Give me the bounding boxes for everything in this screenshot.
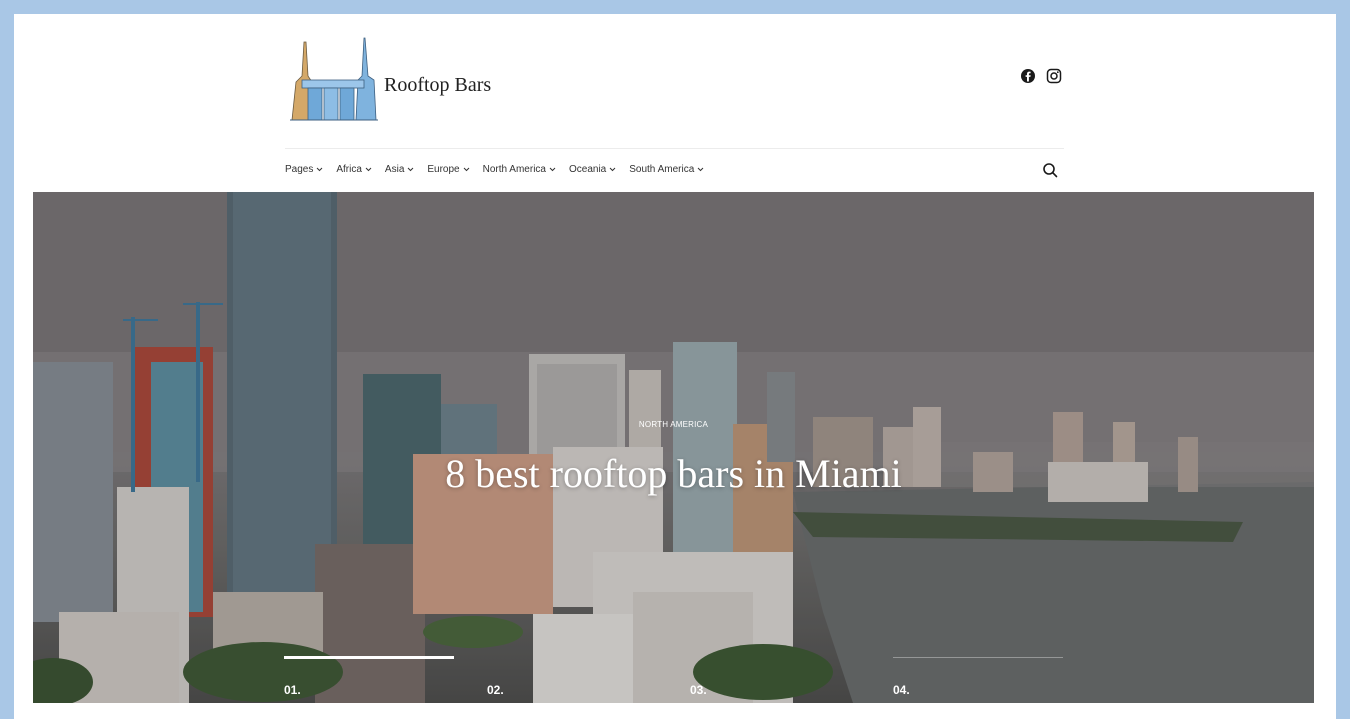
nav-item-label: South America	[629, 164, 695, 175]
hero-slider[interactable]: NORTH AMERICA 8 best rooftop bars in Mia…	[33, 192, 1314, 703]
nav-item-pages[interactable]: Pages	[285, 164, 323, 175]
slide-progress-bar	[487, 657, 657, 658]
site-title[interactable]: Rooftop Bars	[384, 74, 491, 97]
social-links	[1020, 68, 1062, 84]
chevron-down-icon	[317, 167, 323, 172]
nav-item-label: Europe	[427, 164, 460, 175]
chevron-down-icon	[549, 167, 556, 172]
nav-item-label: Asia	[384, 164, 405, 175]
slide-number: 03.	[690, 683, 707, 697]
slide-tab-2[interactable]: 02.	[487, 657, 657, 703]
slide-progress-bar	[284, 656, 454, 659]
hero-title[interactable]: 8 best rooftop bars in Miami	[33, 450, 1314, 497]
hero-overlay	[33, 192, 1314, 703]
chevron-down-icon	[609, 167, 616, 172]
slide-progress-bar	[893, 657, 1063, 658]
site-logo-icon	[290, 37, 378, 121]
chevron-down-icon	[697, 167, 704, 172]
nav-item-asia[interactable]: Asia	[385, 164, 414, 175]
slide-tab-4[interactable]: 04.	[893, 657, 1063, 703]
nav-item-africa[interactable]: Africa	[336, 164, 372, 175]
nav-item-oceania[interactable]: Oceania	[569, 164, 616, 175]
site-logo-link[interactable]: Rooftop Bars	[286, 36, 491, 122]
slide-number: 04.	[893, 683, 910, 697]
slide-tab-1[interactable]: 01.	[284, 656, 454, 703]
nav-item-north-america[interactable]: North America	[483, 164, 556, 175]
nav-item-label: North America	[482, 164, 546, 175]
slide-number: 01.	[284, 683, 301, 697]
main-nav: Pages Africa Asia Europe North America O…	[285, 164, 704, 175]
nav-item-south-america[interactable]: South America	[629, 164, 704, 175]
chevron-down-icon	[463, 167, 469, 172]
slide-progress-bar	[690, 657, 860, 658]
hero-category-link[interactable]: NORTH AMERICA	[33, 420, 1314, 429]
slide-tab-3[interactable]: 03.	[690, 657, 860, 703]
slide-number: 02.	[487, 683, 504, 697]
chevron-down-icon	[365, 167, 372, 172]
instagram-icon[interactable]	[1046, 68, 1062, 84]
nav-item-europe[interactable]: Europe	[427, 164, 469, 175]
header-divider	[285, 148, 1064, 149]
slider-pagination: 01. 02. 03. 04.	[284, 656, 1065, 703]
nav-item-label: Africa	[336, 164, 362, 175]
chevron-down-icon	[408, 167, 414, 172]
page-frame: Rooftop Bars Pages Africa Asia Europe No…	[14, 14, 1336, 719]
facebook-icon[interactable]	[1020, 68, 1036, 84]
search-icon[interactable]	[1042, 162, 1058, 178]
nav-item-label: Pages	[285, 164, 314, 175]
nav-item-label: Oceania	[568, 164, 607, 175]
